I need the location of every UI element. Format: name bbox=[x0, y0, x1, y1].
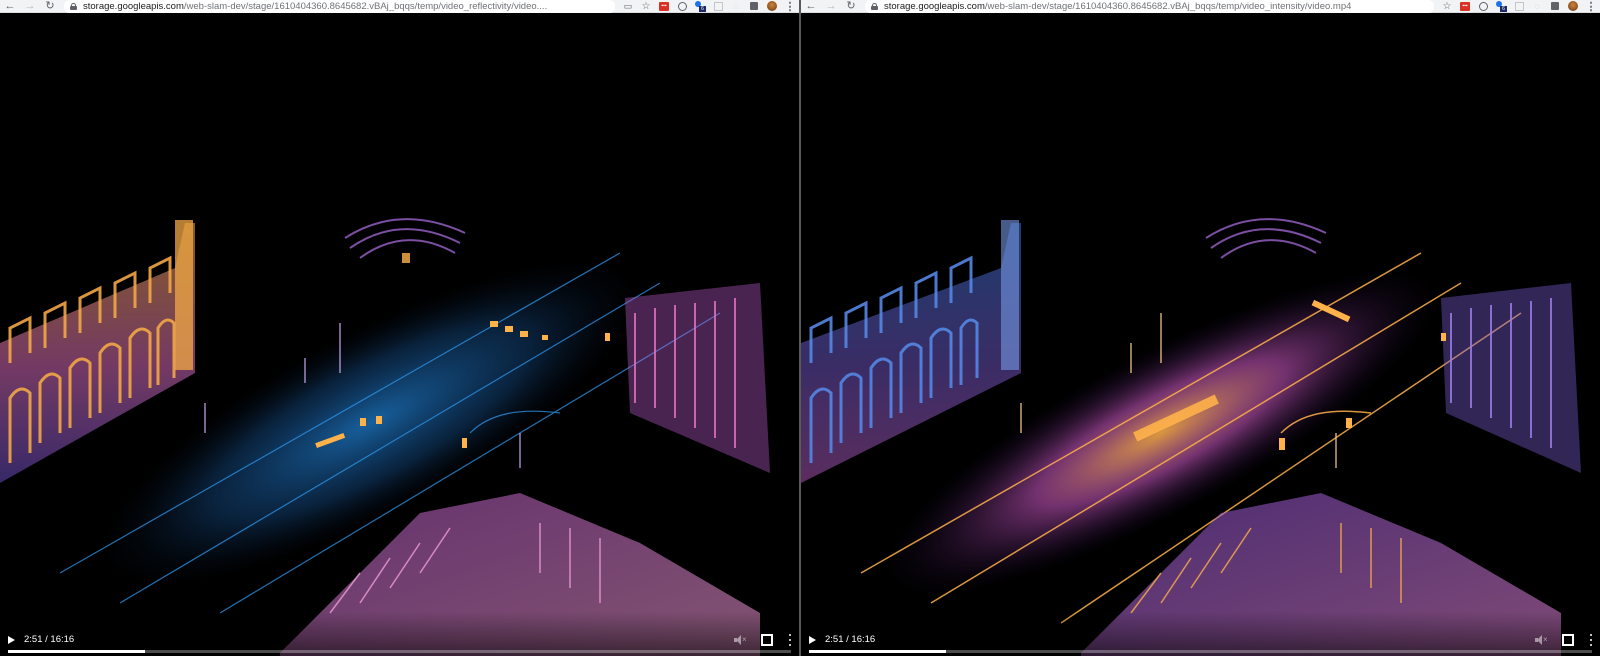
browser-window-right: ← → ↻ storage.googleapis.com/web-slam-de… bbox=[801, 0, 1600, 656]
video-controls: 2:51 / 16:16 × bbox=[801, 611, 1600, 656]
video-more-options-icon[interactable] bbox=[1588, 634, 1594, 646]
address-bar[interactable]: storage.googleapis.com/web-slam-dev/stag… bbox=[865, 0, 1434, 13]
extension-gray[interactable]: ◌ bbox=[727, 0, 745, 13]
gray-extension-icon: ◌ bbox=[733, 1, 739, 11]
red-extension-icon: ▪▪▪ bbox=[659, 1, 669, 11]
avatar bbox=[1568, 1, 1578, 11]
video-player[interactable]: 2:51 / 16:16 × bbox=[801, 13, 1600, 656]
kebab-menu-icon: ⋮ bbox=[784, 0, 796, 13]
blue-badge-extension-icon bbox=[695, 1, 706, 12]
reload-button[interactable]: ↻ bbox=[841, 0, 861, 13]
bookmark-button[interactable]: ☆ bbox=[1438, 0, 1456, 13]
seek-bar[interactable] bbox=[8, 650, 791, 653]
extension-red[interactable]: ▪▪▪ bbox=[1456, 0, 1474, 13]
extensions-area: ▭ ☆ ▪▪▪ ◌ ⋮ bbox=[619, 0, 799, 13]
right-controls: × bbox=[733, 633, 793, 647]
lidar-scene-reflectivity bbox=[0, 218, 770, 656]
fullscreen-icon[interactable] bbox=[1562, 634, 1574, 646]
bookmark-button[interactable]: ☆ bbox=[637, 0, 655, 13]
cast-icon: ▭ bbox=[623, 0, 633, 11]
kebab-menu-icon: ⋮ bbox=[1585, 0, 1597, 13]
red-extension-icon: ▪▪▪ bbox=[1460, 1, 1470, 11]
back-button[interactable]: ← bbox=[0, 0, 20, 13]
play-button[interactable] bbox=[805, 633, 819, 647]
lock-icon[interactable] bbox=[70, 2, 77, 10]
profile-button[interactable] bbox=[763, 0, 781, 13]
browser-menu-button[interactable]: ⋮ bbox=[781, 0, 799, 13]
video-player[interactable]: 2:51 / 16:16 × bbox=[0, 13, 799, 656]
cast-button[interactable]: ▭ bbox=[619, 0, 637, 13]
reload-icon: ↻ bbox=[45, 0, 55, 12]
extension-ghost[interactable] bbox=[709, 0, 727, 13]
desktop: ← → ↻ storage.googleapis.com/web-slam-de… bbox=[0, 0, 1600, 656]
lidar-scene-intensity bbox=[801, 218, 1581, 656]
reload-button[interactable]: ↻ bbox=[40, 0, 60, 13]
browser-toolbar: ← → ↻ storage.googleapis.com/web-slam-de… bbox=[0, 0, 799, 13]
ghost-extension-icon bbox=[713, 1, 723, 11]
seek-bar[interactable] bbox=[809, 650, 1592, 653]
time-display: 2:51 / 16:16 bbox=[24, 634, 75, 645]
browser-window-left: ← → ↻ storage.googleapis.com/web-slam-de… bbox=[0, 0, 799, 656]
forward-button[interactable]: → bbox=[20, 0, 40, 13]
lidar-video-frame bbox=[0, 13, 799, 656]
forward-button[interactable]: → bbox=[821, 0, 841, 13]
circle-extension-icon bbox=[1478, 1, 1488, 11]
gray-extension-icon: ◌ bbox=[1534, 1, 1540, 11]
star-icon: ☆ bbox=[641, 0, 651, 12]
time-display: 2:51 / 16:16 bbox=[825, 634, 876, 645]
puzzle-icon bbox=[1551, 2, 1559, 10]
arrow-left-icon: ← bbox=[4, 0, 16, 12]
extension-ghost[interactable] bbox=[1510, 0, 1528, 13]
extension-blue[interactable] bbox=[691, 0, 709, 13]
play-button[interactable] bbox=[4, 633, 18, 647]
extension-blue[interactable] bbox=[1492, 0, 1510, 13]
right-controls: × bbox=[1534, 633, 1594, 647]
extension-red[interactable]: ▪▪▪ bbox=[655, 0, 673, 13]
play-icon bbox=[808, 636, 816, 644]
seek-bar-progress bbox=[8, 650, 146, 653]
extension-gray[interactable]: ◌ bbox=[1528, 0, 1546, 13]
avatar bbox=[767, 1, 777, 11]
extension-circle[interactable] bbox=[673, 0, 691, 13]
blue-badge-extension-icon bbox=[1496, 1, 1507, 12]
lidar-video-frame bbox=[801, 13, 1600, 656]
circle-extension-icon bbox=[677, 1, 687, 11]
arrow-right-icon: → bbox=[24, 0, 36, 12]
url-text: storage.googleapis.com/web-slam-dev/stag… bbox=[884, 0, 1352, 12]
extensions-button[interactable] bbox=[1546, 0, 1564, 13]
profile-button[interactable] bbox=[1564, 0, 1582, 13]
extension-circle[interactable] bbox=[1474, 0, 1492, 13]
browser-toolbar: ← → ↻ storage.googleapis.com/web-slam-de… bbox=[801, 0, 1600, 13]
seek-bar-progress bbox=[809, 650, 947, 653]
play-icon bbox=[7, 636, 15, 644]
reload-icon: ↻ bbox=[846, 0, 856, 12]
ghost-extension-icon bbox=[1514, 1, 1524, 11]
volume-muted-icon[interactable]: × bbox=[733, 633, 747, 647]
browser-menu-button[interactable]: ⋮ bbox=[1582, 0, 1600, 13]
arrow-left-icon: ← bbox=[805, 0, 817, 12]
star-icon: ☆ bbox=[1442, 0, 1452, 12]
arrow-right-icon: → bbox=[825, 0, 837, 12]
url-text: storage.googleapis.com/web-slam-dev/stag… bbox=[83, 0, 548, 12]
extensions-button[interactable] bbox=[745, 0, 763, 13]
back-button[interactable]: ← bbox=[801, 0, 821, 13]
puzzle-icon bbox=[750, 2, 758, 10]
lock-icon[interactable] bbox=[871, 2, 878, 10]
video-controls: 2:51 / 16:16 × bbox=[0, 611, 799, 656]
volume-muted-icon[interactable]: × bbox=[1534, 633, 1548, 647]
video-more-options-icon[interactable] bbox=[787, 634, 793, 646]
extensions-area: ☆ ▪▪▪ ◌ ⋮ bbox=[1438, 0, 1600, 13]
address-bar[interactable]: storage.googleapis.com/web-slam-dev/stag… bbox=[64, 0, 615, 13]
fullscreen-icon[interactable] bbox=[761, 634, 773, 646]
